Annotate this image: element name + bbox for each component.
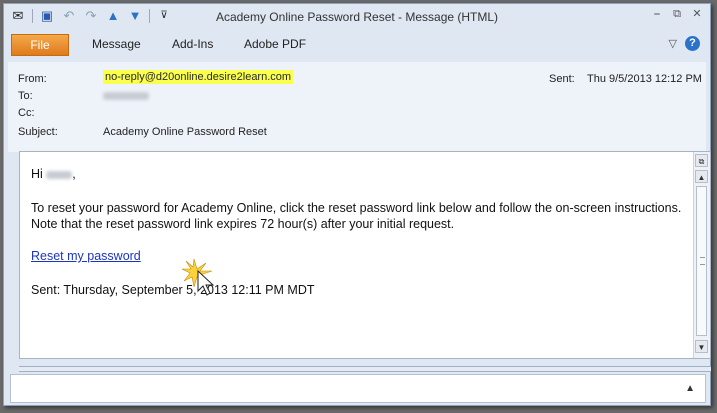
outlook-message-window: ✉ ▣ ↶ ↷ ▲ ▼ ⊽ Academy Online Password Re… [3, 3, 711, 406]
tab-message[interactable]: Message [92, 37, 141, 51]
ribbon-right-controls: ▽ ? [669, 36, 700, 51]
sent-label: Sent: [549, 73, 575, 85]
restore-icon[interactable]: ⧉ [670, 7, 684, 21]
title-bar: ✉ ▣ ↶ ↷ ▲ ▼ ⊽ Academy Online Password Re… [4, 4, 710, 30]
message-body: Hi , To reset your password for Academy … [19, 151, 711, 359]
to-label: To: [18, 90, 33, 102]
subject-value: Academy Online Password Reset [103, 126, 267, 138]
cc-label: Cc: [18, 107, 35, 119]
minimize-icon[interactable]: ⎯ [650, 7, 664, 21]
reset-password-link[interactable]: Reset my password [31, 249, 141, 263]
redacted-recipient [103, 92, 149, 101]
help-icon[interactable]: ? [685, 36, 700, 51]
scroll-grip-icon [700, 257, 705, 265]
link-line: Reset my password [31, 248, 683, 264]
close-icon[interactable]: ✕ [690, 7, 704, 21]
tab-adobe-pdf[interactable]: Adobe PDF [244, 37, 306, 51]
sent-line: Sent: Thursday, September 5, 2013 12:11 … [31, 283, 315, 297]
expand-people-pane-icon[interactable]: ▲ [685, 383, 695, 394]
from-address[interactable]: no-reply@d20online.desire2learn.com [103, 70, 294, 84]
greeting-punct: , [72, 167, 76, 181]
to-value[interactable] [103, 90, 149, 102]
from-label: From: [18, 73, 47, 85]
window-title: Academy Online Password Reset - Message … [215, 10, 499, 24]
vertical-scrollbar[interactable]: ⧉ ▲ ▼ [693, 152, 710, 358]
sent-value: Thu 9/5/2013 12:12 PM [587, 73, 702, 85]
message-content: Hi , To reset your password for Academy … [31, 166, 683, 298]
click-cursor-icon [182, 258, 215, 296]
body-paragraph: To reset your password for Academy Onlin… [31, 201, 682, 231]
window-controls: ⎯ ⧉ ✕ [650, 7, 704, 21]
greeting: Hi [31, 167, 43, 181]
scroll-up-icon[interactable]: ▲ [695, 170, 708, 183]
ribbon-tabs: File Message Add-Ins Adobe PDF ▽ ? [4, 34, 710, 56]
subject-label: Subject: [18, 126, 58, 138]
people-pane: ▲ [10, 374, 706, 403]
from-value[interactable]: no-reply@d20online.desire2learn.com [103, 70, 294, 84]
greeting-line: Hi , [31, 166, 683, 182]
tab-file[interactable]: File [11, 34, 69, 56]
scrollbar-thumb[interactable] [696, 186, 707, 336]
tab-add-ins[interactable]: Add-Ins [172, 37, 213, 51]
scroll-down-icon[interactable]: ▼ [695, 340, 708, 353]
expand-ribbon-icon[interactable]: ▽ [669, 37, 677, 50]
redacted-name [46, 170, 73, 179]
message-header: From: no-reply@d20online.desire2learn.co… [8, 62, 706, 152]
mini-toolbar-icon[interactable]: ⧉ [695, 154, 708, 167]
pane-splitter[interactable] [19, 366, 711, 372]
